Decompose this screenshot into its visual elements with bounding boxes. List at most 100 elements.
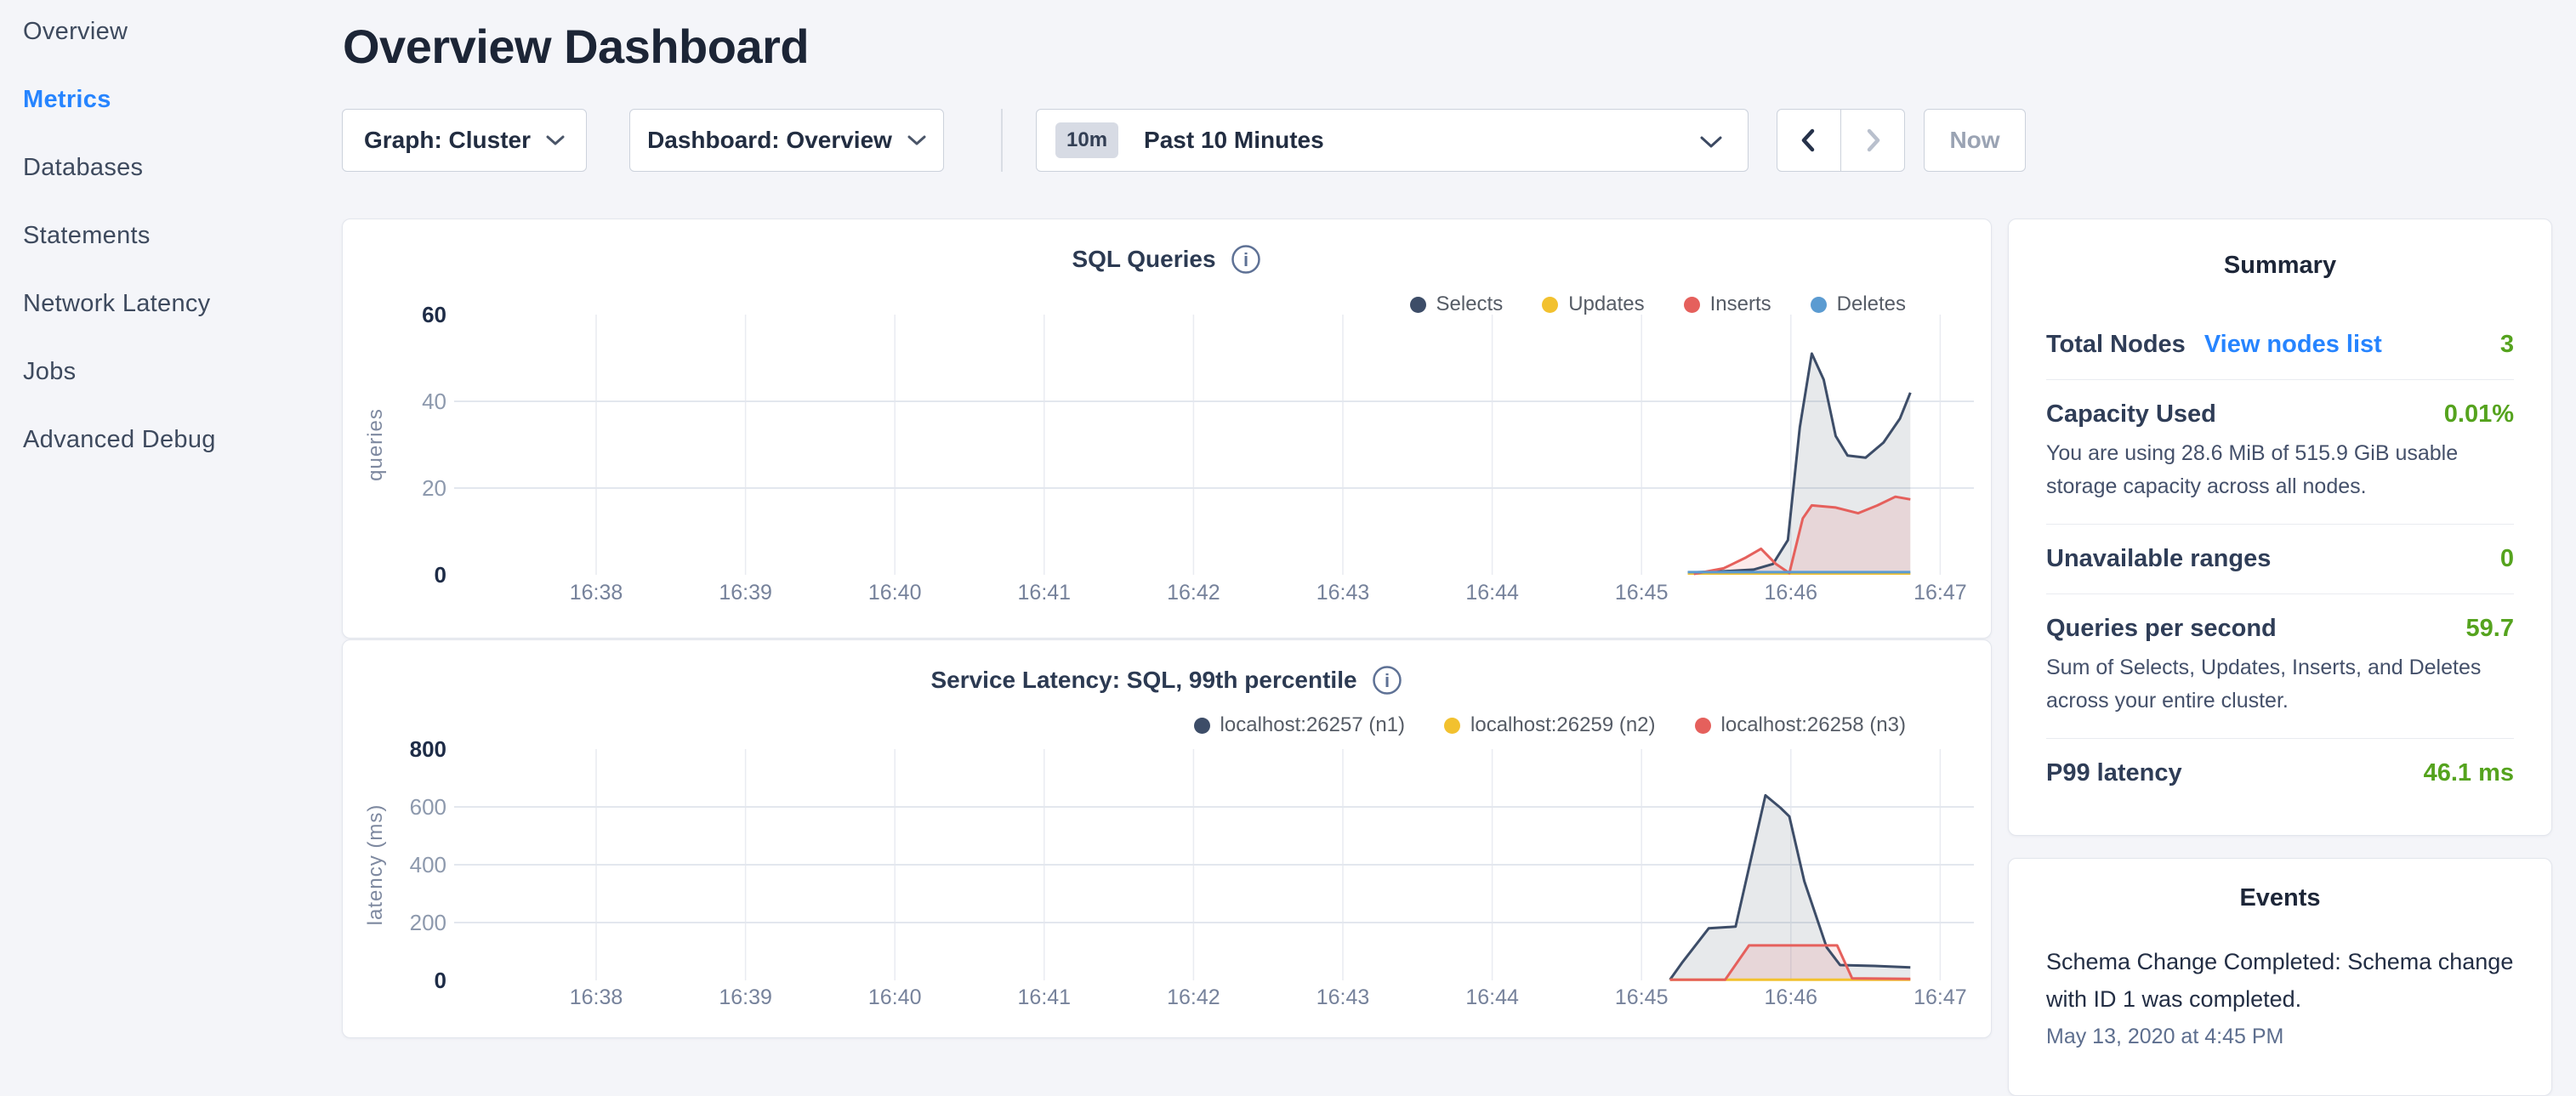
legend-item-localhost-26257-n1[interactable]: localhost:26257 (n1) — [1194, 713, 1405, 737]
sidebar-item-statements[interactable]: Statements — [0, 202, 340, 270]
x-tick-label: 16:40 — [868, 581, 922, 605]
sidebar-item-metrics[interactable]: Metrics — [0, 65, 340, 133]
x-tick-label: 16:40 — [868, 985, 922, 1009]
summary-label: P99 latency — [2046, 759, 2182, 787]
time-range-dropdown[interactable]: 10m Past 10 Minutes — [1036, 109, 1749, 172]
chevron-down-icon — [546, 135, 565, 146]
summary-value: 0 — [2500, 545, 2514, 573]
page-title: Overview Dashboard — [343, 19, 809, 74]
summary-label: Total Nodes — [2046, 331, 2186, 359]
chart-title: Service Latency: SQL, 99th percentile — [930, 667, 1356, 694]
x-tick-label: 16:41 — [1018, 985, 1072, 1009]
x-tick-label: 16:38 — [570, 581, 623, 605]
summary-value: 46.1 ms — [2424, 759, 2514, 787]
chart-legend: localhost:26257 (n1) localhost:26259 (n2)… — [1194, 713, 1906, 737]
summary-description: Sum of Selects, Updates, Inserts, and De… — [2046, 651, 2514, 718]
summary-value: 3 — [2500, 331, 2514, 359]
legend-item-deletes[interactable]: Deletes — [1811, 292, 1906, 316]
events-list: Schema Change Completed: Schema change w… — [2046, 943, 2514, 1049]
summary-row-unavailable-ranges: Unavailable ranges0 — [2046, 524, 2514, 593]
x-tick-label: 16:47 — [1914, 581, 1967, 605]
y-tick-label: 800 — [410, 736, 446, 762]
y-tick-label: 20 — [422, 475, 446, 501]
legend-label: Selects — [1436, 292, 1504, 316]
event-timestamp: May 13, 2020 at 4:45 PM — [2046, 1025, 2514, 1049]
summary-label: Capacity Used — [2046, 400, 2216, 429]
time-window-arrows — [1777, 109, 1905, 172]
toolbar: Graph: Cluster Dashboard: Overview 10m P… — [342, 109, 2043, 172]
svg-text:i: i — [1384, 670, 1389, 691]
y-axis-label: queries — [364, 408, 387, 481]
dashboard-dropdown[interactable]: Dashboard: Overview — [629, 109, 944, 172]
legend-dot — [1194, 718, 1210, 734]
x-tick-label: 16:42 — [1167, 581, 1220, 605]
x-tick-label: 16:44 — [1465, 985, 1519, 1009]
x-tick-label: 16:38 — [570, 985, 623, 1009]
toolbar-divider — [1001, 109, 1003, 172]
now-button[interactable]: Now — [1924, 109, 2026, 172]
legend-label: Deletes — [1837, 292, 1906, 316]
view-nodes-link[interactable]: View nodes list — [2204, 331, 2382, 359]
sidebar-item-databases[interactable]: Databases — [0, 133, 340, 202]
summary-description: You are using 28.6 MiB of 515.9 GiB usab… — [2046, 437, 2514, 503]
summary-panel: Summary Total Nodes View nodes list 3 Capac… — [2008, 219, 2552, 836]
chevron-down-icon — [907, 135, 926, 146]
legend-item-localhost-26258-n3[interactable]: localhost:26258 (n3) — [1695, 713, 1906, 737]
sidebar-item-advanced-debug[interactable]: Advanced Debug — [0, 406, 340, 474]
time-prev-button[interactable] — [1777, 110, 1840, 171]
summary-row-p99-latency: P99 latency 46.1 ms — [2046, 738, 2514, 808]
summary-rows: Total Nodes View nodes list 3 Capacity Used… — [2046, 310, 2514, 808]
legend-item-localhost-26259-n2[interactable]: localhost:26259 (n2) — [1444, 713, 1655, 737]
time-range-label: Past 10 Minutes — [1144, 127, 1324, 154]
events-panel: Events Schema Change Completed: Schema c… — [2008, 858, 2552, 1096]
events-title: Events — [2046, 884, 2514, 912]
x-tick-label: 16:39 — [719, 581, 772, 605]
chevron-right-icon — [1860, 124, 1885, 156]
graph-dropdown-label: Graph: Cluster — [364, 127, 531, 154]
sidebar: OverviewMetricsDatabasesStatementsNetwor… — [0, 0, 340, 474]
dashboard-dropdown-label: Dashboard: Overview — [647, 127, 892, 154]
event-item[interactable]: Schema Change Completed: Schema change w… — [2046, 943, 2514, 1049]
chart-card-sql-queries: SQL Queries i Selects Updates Inserts Delet… — [342, 219, 1992, 639]
x-tick-label: 16:46 — [1765, 581, 1818, 605]
chevron-down-icon — [1700, 136, 1722, 149]
sidebar-item-network-latency[interactable]: Network Latency — [0, 270, 340, 338]
legend-label: Inserts — [1710, 292, 1771, 316]
legend-label: localhost:26259 (n2) — [1470, 713, 1655, 737]
sidebar-item-jobs[interactable]: Jobs — [0, 338, 340, 406]
y-tick-label: 60 — [422, 302, 446, 327]
chart-title: SQL Queries — [1072, 246, 1215, 273]
legend-dot — [1542, 297, 1558, 313]
summary-label: Queries per second — [2046, 615, 2277, 643]
summary-value: 59.7 — [2466, 615, 2514, 643]
y-tick-label: 40 — [422, 389, 446, 414]
sql-queries-chart[interactable]: 16:3816:3916:4016:4116:4216:4316:4416:45… — [343, 219, 1993, 638]
x-tick-label: 16:39 — [719, 985, 772, 1009]
legend-dot — [1444, 718, 1460, 734]
y-tick-label: 400 — [410, 852, 446, 877]
time-range-badge: 10m — [1055, 122, 1118, 158]
y-tick-label: 600 — [410, 794, 446, 820]
x-tick-label: 16:45 — [1615, 581, 1669, 605]
legend-item-inserts[interactable]: Inserts — [1684, 292, 1771, 316]
service-latency-chart[interactable]: 16:3816:3916:4016:4116:4216:4316:4416:45… — [343, 640, 1993, 1037]
y-tick-label: 0 — [435, 968, 446, 993]
legend-item-selects[interactable]: Selects — [1410, 292, 1504, 316]
summary-value: 0.01% — [2444, 400, 2514, 429]
y-tick-label: 200 — [410, 910, 446, 935]
graph-type-dropdown[interactable]: Graph: Cluster — [342, 109, 587, 172]
summary-row-queries-per-second: Queries per second 59.7 Sum of Selects, Up… — [2046, 593, 2514, 738]
legend-dot — [1410, 297, 1426, 313]
info-icon[interactable]: i — [1230, 243, 1262, 275]
info-icon[interactable]: i — [1371, 664, 1403, 696]
summary-row-total-nodes: Total Nodes View nodes list 3 — [2046, 310, 2514, 379]
legend-dot — [1695, 718, 1711, 734]
legend-item-updates[interactable]: Updates — [1542, 292, 1644, 316]
x-tick-label: 16:47 — [1914, 985, 1967, 1009]
chevron-left-icon — [1796, 124, 1822, 156]
time-next-button[interactable] — [1840, 110, 1904, 171]
y-tick-label: 0 — [435, 562, 446, 588]
svg-text:i: i — [1243, 249, 1248, 270]
summary-title: Summary — [2046, 252, 2514, 280]
sidebar-item-overview[interactable]: Overview — [0, 0, 340, 65]
